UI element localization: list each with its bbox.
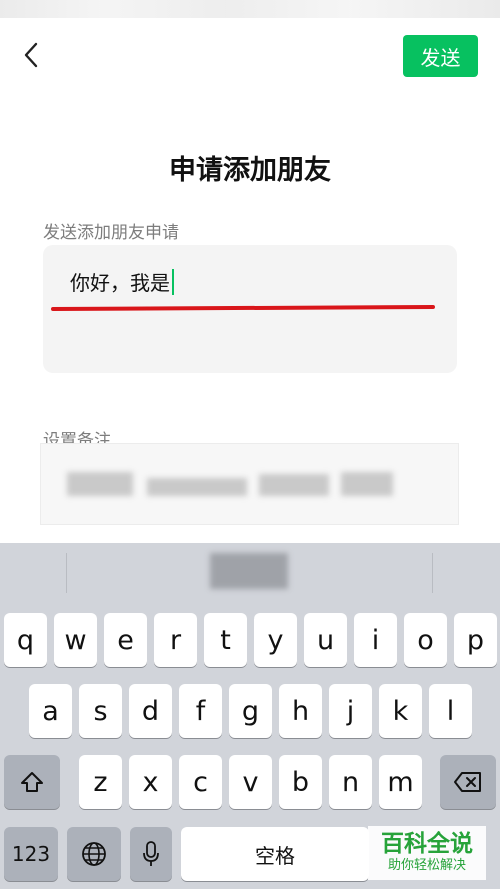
chevron-left-icon (24, 42, 38, 68)
watermark-subtitle: 助你轻松解决 (387, 858, 466, 873)
remark-input[interactable] (40, 443, 459, 525)
shift-icon (21, 772, 43, 792)
delete-key[interactable] (440, 755, 496, 809)
key-n[interactable]: n (329, 755, 372, 809)
watermark-logo: 百科全说 助你轻松解决 (368, 826, 486, 880)
key-j[interactable]: j (329, 684, 372, 738)
back-button[interactable] (14, 38, 48, 72)
suggestion-bar (0, 543, 500, 603)
key-c[interactable]: c (179, 755, 222, 809)
key-h[interactable]: h (279, 684, 322, 738)
remark-label: 设置备注 (43, 431, 111, 443)
key-y[interactable]: y (254, 613, 297, 667)
key-g[interactable]: g (229, 684, 272, 738)
key-v[interactable]: v (229, 755, 272, 809)
blurred-text (259, 474, 329, 496)
key-a[interactable]: a (29, 684, 72, 738)
key-k[interactable]: k (379, 684, 422, 738)
key-e[interactable]: e (104, 613, 147, 667)
shift-key[interactable] (4, 755, 60, 809)
key-p[interactable]: p (454, 613, 497, 667)
key-q[interactable]: q (4, 613, 47, 667)
annotation-underline (50, 304, 436, 312)
key-l[interactable]: l (429, 684, 472, 738)
request-text-row: 你好，我是 (70, 267, 174, 296)
backspace-icon (454, 772, 481, 792)
key-m[interactable]: m (379, 755, 422, 809)
microphone-icon (143, 841, 159, 866)
key-b[interactable]: b (279, 755, 322, 809)
request-message-text: 你好，我是 (70, 271, 170, 295)
status-bar (0, 0, 500, 18)
send-button[interactable]: 发送 (403, 35, 478, 77)
space-key[interactable]: 空格 (181, 827, 369, 881)
globe-key[interactable] (67, 827, 121, 881)
key-w[interactable]: w (54, 613, 97, 667)
key-u[interactable]: u (304, 613, 347, 667)
request-label: 发送添加朋友申请 (43, 223, 179, 243)
divider (432, 553, 433, 593)
text-cursor (172, 268, 174, 295)
blurred-text (147, 478, 247, 496)
key-s[interactable]: s (79, 684, 122, 738)
key-t[interactable]: t (204, 613, 247, 667)
blurred-text (341, 472, 393, 496)
numbers-key[interactable]: 123 (4, 827, 58, 881)
request-message-input[interactable]: 你好，我是 (43, 245, 457, 373)
page-title: 申请添加朋友 (169, 155, 331, 186)
key-o[interactable]: o (404, 613, 447, 667)
globe-icon (82, 842, 106, 866)
key-f[interactable]: f (179, 684, 222, 738)
watermark-title: 百科全说 (381, 831, 473, 857)
blurred-text (67, 472, 133, 496)
key-z[interactable]: z (79, 755, 122, 809)
blurred-suggestion[interactable] (210, 553, 288, 589)
key-d[interactable]: d (129, 684, 172, 738)
microphone-key[interactable] (130, 827, 172, 881)
key-i[interactable]: i (354, 613, 397, 667)
divider (66, 553, 67, 593)
key-r[interactable]: r (154, 613, 197, 667)
key-x[interactable]: x (129, 755, 172, 809)
